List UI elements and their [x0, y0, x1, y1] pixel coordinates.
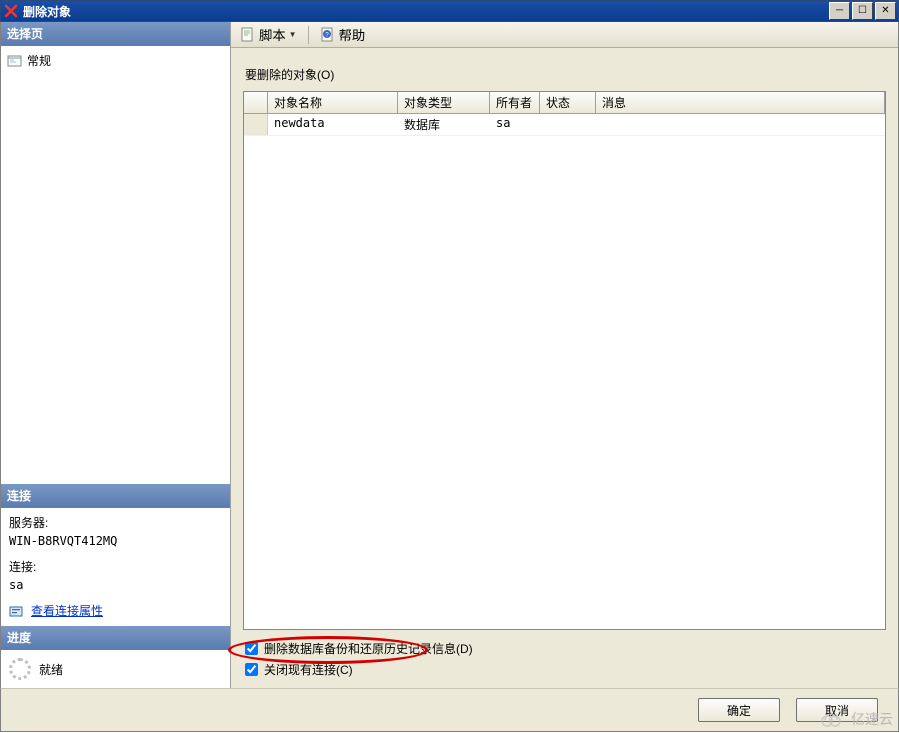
- cancel-button[interactable]: 取消: [796, 698, 878, 722]
- chevron-down-icon: ▼: [289, 30, 297, 39]
- toolbar-separator: [308, 26, 309, 44]
- connection-info: 服务器: WIN-B8RVQT412MQ 连接: sa 查看连接属性: [1, 508, 230, 626]
- checkbox-close-connections-label: 关闭现有连接(C): [264, 661, 353, 678]
- progress-status-text: 就绪: [39, 661, 63, 678]
- connection-header: 连接: [1, 484, 230, 508]
- checkbox-close-connections-input[interactable]: [245, 663, 258, 676]
- connection-value: sa: [9, 576, 222, 594]
- connection-label: 连接:: [9, 558, 222, 576]
- page-icon: [7, 54, 23, 68]
- options-area: 删除数据库备份和还原历史记录信息(D) 关闭现有连接(C): [243, 630, 886, 684]
- help-label: 帮助: [339, 25, 366, 44]
- window-controls: ─ ☐ ✕: [829, 2, 896, 20]
- table-row[interactable]: newdata 数据库 sa: [244, 114, 885, 136]
- objects-grid: 对象名称 对象类型 所有者 状态 消息 newdata 数据库 sa: [243, 91, 886, 630]
- checkbox-delete-backup-history[interactable]: 删除数据库备份和还原历史记录信息(D): [245, 640, 884, 657]
- maximize-button[interactable]: ☐: [852, 2, 873, 20]
- row-selector-header: [244, 92, 268, 113]
- progress-status-row: 就绪: [1, 650, 230, 688]
- sidebar-item-label: 常规: [27, 52, 51, 69]
- script-button[interactable]: 脚本 ▼: [235, 22, 302, 47]
- titlebar: 删除对象 ─ ☐ ✕: [0, 0, 899, 22]
- connection-props-icon: [9, 604, 25, 618]
- script-icon: [240, 27, 256, 43]
- cell-message: [596, 114, 885, 135]
- view-connection-properties-link[interactable]: 查看连接属性: [31, 602, 103, 620]
- grid-body: newdata 数据库 sa: [244, 114, 885, 629]
- minimize-button[interactable]: ─: [829, 2, 850, 20]
- row-selector[interactable]: [244, 114, 268, 135]
- server-value: WIN-B8RVQT412MQ: [9, 532, 222, 550]
- progress-spinner-icon: [9, 658, 31, 680]
- cell-state: [540, 114, 596, 135]
- objects-to-delete-label: 要删除的对象(O): [245, 66, 884, 83]
- close-button[interactable]: ✕: [875, 2, 896, 20]
- sidebar: 选择页 常规 连接 服务器: WIN-B8RVQT412MQ 连接: sa: [1, 22, 231, 688]
- main-panel: 脚本 ▼ ? 帮助 要删除的对象(O) 对象名称 对象类型 所有者 状态: [231, 22, 898, 688]
- col-header-message[interactable]: 消息: [596, 92, 885, 113]
- dialog-footer: 确定 取消: [0, 688, 899, 732]
- delete-icon: [3, 3, 19, 19]
- server-label: 服务器:: [9, 514, 222, 532]
- col-header-state[interactable]: 状态: [540, 92, 596, 113]
- col-header-owner[interactable]: 所有者: [490, 92, 540, 113]
- toolbar: 脚本 ▼ ? 帮助: [231, 22, 898, 48]
- col-header-name[interactable]: 对象名称: [268, 92, 398, 113]
- ok-button[interactable]: 确定: [698, 698, 780, 722]
- checkbox-close-connections[interactable]: 关闭现有连接(C): [245, 661, 884, 678]
- help-button[interactable]: ? 帮助: [315, 22, 371, 47]
- grid-header: 对象名称 对象类型 所有者 状态 消息: [244, 92, 885, 114]
- col-header-type[interactable]: 对象类型: [398, 92, 490, 113]
- pages-header: 选择页: [1, 22, 230, 46]
- window-title: 删除对象: [23, 3, 829, 20]
- cell-name: newdata: [268, 114, 398, 135]
- script-label: 脚本: [259, 25, 286, 44]
- pages-list: 常规: [1, 46, 230, 75]
- checkbox-delete-backup-history-input[interactable]: [245, 642, 258, 655]
- help-icon: ?: [320, 27, 336, 43]
- cell-owner: sa: [490, 114, 540, 135]
- progress-header: 进度: [1, 626, 230, 650]
- checkbox-delete-backup-history-label: 删除数据库备份和还原历史记录信息(D): [264, 640, 473, 657]
- sidebar-item-general[interactable]: 常规: [7, 50, 224, 71]
- cell-type: 数据库: [398, 114, 490, 135]
